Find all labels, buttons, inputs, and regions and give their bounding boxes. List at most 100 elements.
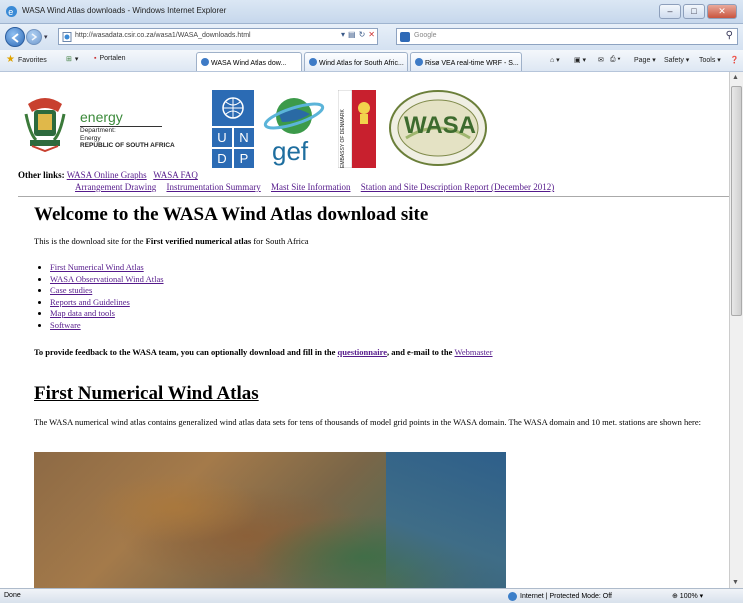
star-icon: ★: [6, 54, 15, 65]
safety-menu[interactable]: Safety ▾: [664, 56, 689, 64]
undp-letter: D: [212, 149, 232, 168]
list-item: Map data and tools: [50, 308, 164, 320]
link-instrumentation-summary[interactable]: Instrumentation Summary: [166, 182, 260, 192]
link-mast-site-information[interactable]: Mast Site Information: [271, 182, 351, 192]
link-reports-guidelines[interactable]: Reports and Guidelines: [50, 297, 130, 307]
tab-label: WASA Wind Atlas dow...: [211, 60, 287, 67]
undp-letter: N: [234, 128, 254, 147]
portalen-label: Portalen: [99, 55, 126, 62]
help-icon[interactable]: ❓: [730, 56, 739, 64]
window-controls: – □ ✕: [659, 4, 737, 19]
tools-menu[interactable]: Tools ▾: [699, 56, 721, 64]
list-item: Reports and Guidelines: [50, 297, 164, 309]
mail-icon[interactable]: ✉: [598, 56, 604, 64]
scroll-down-icon[interactable]: ▼: [732, 579, 739, 586]
window-title: WASA Wind Atlas downloads - Windows Inte…: [22, 6, 227, 15]
compatibility-icon[interactable]: ▤: [348, 30, 356, 39]
link-questionnaire[interactable]: questionnaire: [338, 347, 387, 357]
scroll-up-icon[interactable]: ▲: [732, 74, 739, 81]
page-icon: [62, 32, 72, 42]
intro-suffix: for South Africa: [251, 236, 309, 246]
status-text: Done: [4, 592, 21, 599]
recent-pages-dropdown-icon[interactable]: ▾: [44, 33, 48, 41]
add-favorite-icon: ⊞: [66, 56, 72, 63]
vertical-scrollbar[interactable]: ▲ ▼: [729, 72, 743, 588]
home-icon[interactable]: ⌂ ▾: [550, 56, 560, 64]
section-description: The WASA numerical wind atlas contains g…: [34, 417, 701, 427]
back-arrow-icon: [11, 33, 19, 43]
url-field[interactable]: http://wasadata.csir.co.za/wasa1/WASA_do…: [58, 28, 378, 45]
partner-logos: energy Department: Energy REPUBLIC OF SO…: [22, 80, 722, 170]
portalen-icon: ▪: [94, 55, 97, 62]
page-title: Welcome to the WASA Wind Atlas download …: [34, 204, 429, 225]
wasa-wordmark: WASA: [404, 112, 476, 139]
link-arrangement-drawing[interactable]: Arrangement Drawing: [75, 182, 156, 192]
intro-prefix: This is the download site for the: [34, 236, 146, 246]
forward-button[interactable]: [26, 29, 42, 45]
feedback-text: To provide feedback to the WASA team, yo…: [34, 347, 493, 357]
link-webmaster[interactable]: Webmaster: [455, 347, 493, 357]
add-favorites-button[interactable]: ⊞ ▾: [66, 55, 78, 63]
page-menu[interactable]: Page ▾: [634, 56, 656, 64]
search-icon[interactable]: ⚲: [726, 30, 733, 41]
tab-wasa-downloads[interactable]: WASA Wind Atlas dow...: [196, 52, 302, 71]
feedback-middle: , and e-mail to the: [386, 347, 455, 357]
stop-icon[interactable]: ✕: [368, 30, 375, 39]
refresh-icon[interactable]: ↻: [359, 30, 366, 39]
denmark-embassy-text: EMBASSY OF DENMARK: [340, 109, 346, 168]
feeds-icon[interactable]: ▣ ▾: [574, 56, 586, 64]
security-zone[interactable]: Internet | Protected Mode: Off: [508, 592, 612, 601]
gef-wordmark: gef: [272, 136, 309, 166]
tab-page-icon: [309, 58, 317, 66]
minimize-button[interactable]: –: [659, 4, 681, 19]
energy-line-1: Department:: [80, 127, 116, 134]
favorites-command-bar: ★ Favorites ⊞ ▾ ▪ Portalen WASA Wind Atl…: [0, 50, 743, 72]
link-software[interactable]: Software: [50, 320, 81, 330]
url-dropdown-icon[interactable]: ▾: [341, 30, 345, 39]
link-station-site-description-report[interactable]: Station and Site Description Report (Dec…: [361, 182, 554, 192]
scrollbar-thumb[interactable]: [731, 86, 742, 316]
other-links-label: Other links:: [18, 170, 65, 180]
wasa-logo: WASA: [388, 88, 488, 168]
gef-logo: gef: [262, 92, 326, 166]
feedback-prefix: To provide feedback to the WASA team, yo…: [34, 347, 338, 357]
tab-riso-vea[interactable]: Risø VEA real-time WRF - S...: [410, 52, 522, 71]
link-map-data-tools[interactable]: Map data and tools: [50, 308, 115, 318]
link-first-numerical-wind-atlas[interactable]: First Numerical Wind Atlas: [50, 262, 144, 272]
zoom-control[interactable]: ⊕ 100% ▾: [672, 592, 703, 600]
favorites-label: Favorites: [17, 56, 47, 64]
dropdown-icon: ▾: [74, 56, 79, 63]
header-divider: [18, 196, 738, 197]
section-heading: First Numerical Wind Atlas: [34, 383, 259, 404]
page-content: energy Department: Energy REPUBLIC OF SO…: [0, 72, 743, 588]
close-button[interactable]: ✕: [707, 4, 737, 19]
forward-arrow-icon: [31, 33, 38, 41]
maximize-button[interactable]: □: [683, 4, 705, 19]
wasa-domain-satellite-map: [34, 452, 506, 588]
search-provider-icon: [400, 32, 410, 42]
favorites-button[interactable]: ★ Favorites: [6, 55, 47, 65]
tab-page-icon: [201, 58, 209, 66]
section-list: First Numerical Wind Atlas WASA Observat…: [50, 262, 164, 331]
window-title-bar: e WASA Wind Atlas downloads - Windows In…: [0, 0, 743, 24]
undp-letter: P: [234, 149, 254, 168]
ie-logo-icon: e: [6, 6, 17, 17]
list-item: First Numerical Wind Atlas: [50, 262, 164, 274]
station-links: Arrangement Drawing Instrumentation Summ…: [75, 182, 562, 192]
south-africa-coat-of-arms-icon: [24, 98, 66, 152]
list-item: Case studies: [50, 285, 164, 297]
intro-text: This is the download site for the First …: [34, 236, 309, 246]
favorite-link-portalen[interactable]: ▪ Portalen: [94, 55, 126, 62]
print-icon[interactable]: ⎙ ▾: [610, 56, 621, 64]
link-case-studies[interactable]: Case studies: [50, 285, 92, 295]
link-wasa-online-graphs[interactable]: WASA Online Graphs: [67, 170, 147, 180]
back-button[interactable]: [5, 27, 25, 47]
search-field[interactable]: Google ⚲: [396, 28, 738, 45]
link-wasa-faq[interactable]: WASA FAQ: [153, 170, 198, 180]
undp-letter: U: [212, 128, 232, 147]
other-links: Other links: WASA Online Graphs WASA FAQ: [18, 170, 198, 181]
intro-bold: First verified numerical atlas: [145, 236, 252, 246]
link-observational-wind-atlas[interactable]: WASA Observational Wind Atlas: [50, 274, 164, 284]
tab-wind-atlas-south-africa[interactable]: Wind Atlas for South Afric...: [304, 52, 408, 71]
url-tools: ▾ ▤ ↻ ✕: [341, 30, 375, 39]
